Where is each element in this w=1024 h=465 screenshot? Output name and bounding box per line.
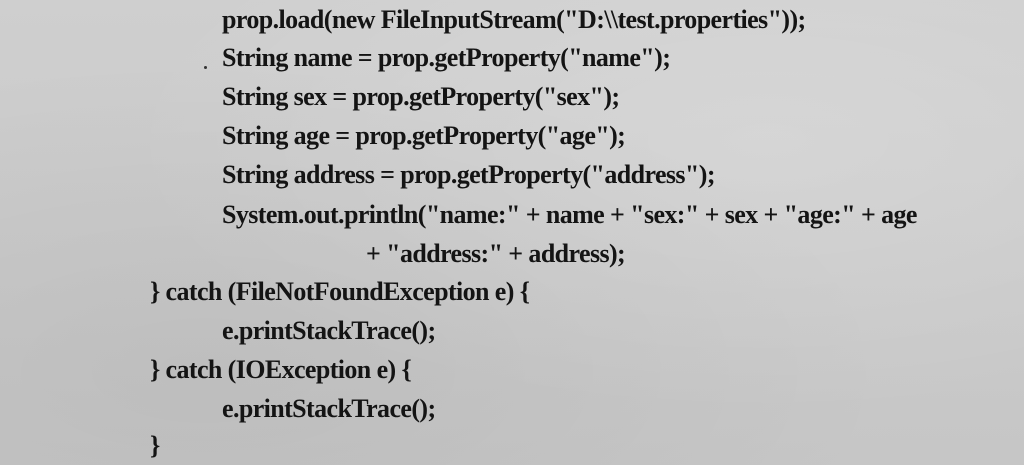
code-line: } [150, 431, 160, 460]
scan-speck [204, 66, 207, 69]
code-line: String address = prop.getProperty("addre… [222, 160, 715, 189]
code-line: String age = prop.getProperty("age"); [222, 121, 626, 150]
code-line: } catch (IOException e) { [150, 355, 412, 384]
code-line: + "address:" + address); [366, 239, 626, 268]
code-line: e.printStackTrace(); [222, 394, 436, 423]
code-line: String sex = prop.getProperty("sex"); [222, 82, 620, 111]
code-line: e.printStackTrace(); [222, 316, 436, 345]
code-line: prop.load(new FileInputStream("D:\\test.… [222, 5, 806, 34]
scanned-page: prop.load(new FileInputStream("D:\\test.… [0, 0, 1024, 465]
code-line: System.out.println("name:" + name + "sex… [222, 200, 917, 229]
code-line: String name = prop.getProperty("name"); [222, 43, 671, 72]
code-line: } catch (FileNotFoundException e) { [150, 277, 530, 306]
code-block: prop.load(new FileInputStream("D:\\test.… [0, 0, 1024, 465]
